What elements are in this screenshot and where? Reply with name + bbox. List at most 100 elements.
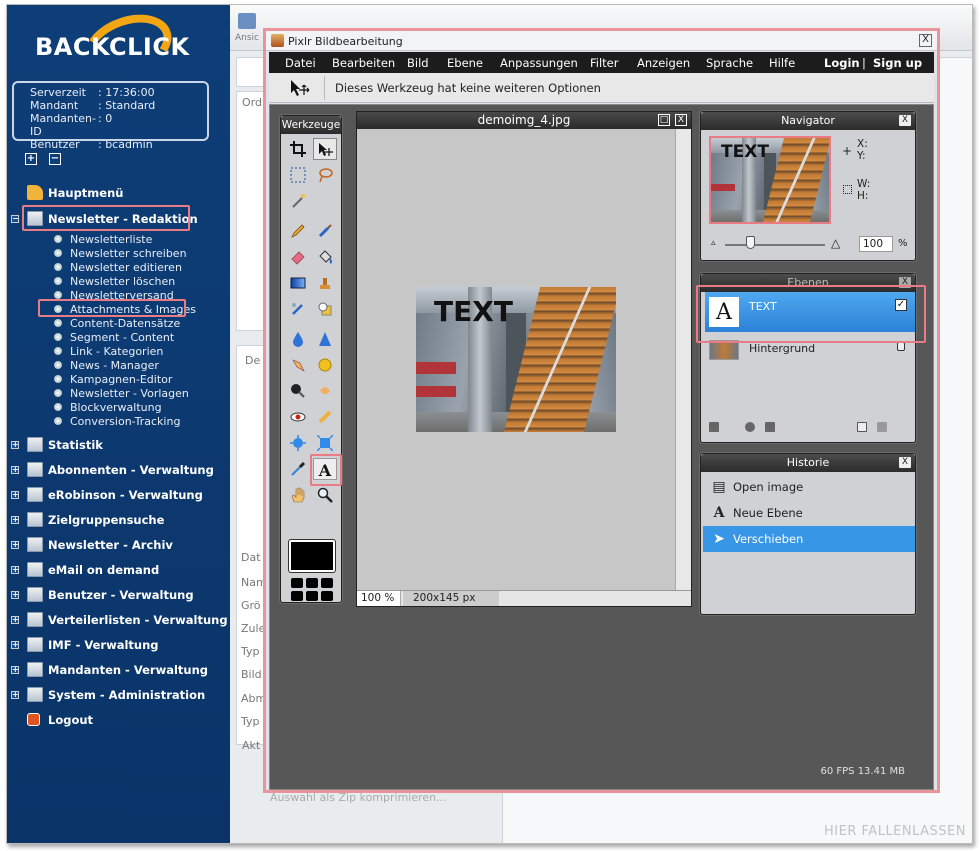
backclick-logo[interactable]: BACKCLICK [35, 5, 195, 89]
expand-icon[interactable]: + [11, 441, 19, 449]
stamp-tool-icon[interactable] [313, 272, 337, 294]
submenu-item[interactable]: Kampagnen-Editor [54, 372, 172, 386]
menu-datei[interactable]: Datei [285, 56, 316, 70]
menu-erobinson[interactable]: + eRobinson - Verwaltung [7, 484, 230, 506]
palette-icon[interactable] [291, 578, 303, 588]
submenu-item[interactable]: Newsletter editieren [54, 260, 182, 274]
hand-tool-icon[interactable] [286, 484, 310, 506]
marquee-tool-icon[interactable] [286, 164, 310, 186]
brush-tool-icon[interactable] [313, 220, 337, 242]
menu-email-on-demand[interactable]: + eMail on demand [7, 559, 230, 581]
bloat-tool-icon[interactable] [286, 432, 310, 454]
drawing-tool-icon[interactable] [313, 298, 337, 320]
menu-mandanten[interactable]: + Mandanten - Verwaltung [7, 659, 230, 681]
sponge-tool-icon[interactable] [313, 354, 337, 376]
layer-mask-icon[interactable] [745, 422, 755, 432]
zoom-slider-thumb[interactable] [746, 236, 755, 249]
menu-imf[interactable]: + IMF - Verwaltung [7, 634, 230, 656]
gradient-tool-icon[interactable] [286, 272, 310, 294]
eraser-tool-icon[interactable] [286, 246, 310, 268]
close-navigator-icon[interactable]: X [899, 115, 911, 126]
canvas-scrollbar[interactable] [675, 129, 691, 591]
drop-zone[interactable]: HIER FALLENLASSEN [824, 824, 966, 839]
menu-filter[interactable]: Filter [590, 56, 618, 70]
collapse-all-button[interactable]: − [49, 153, 61, 165]
paint-bucket-tool-icon[interactable] [313, 246, 337, 268]
submenu-item[interactable]: Newsletter schreiben [54, 246, 187, 260]
expand-icon[interactable]: + [11, 491, 19, 499]
submenu-item[interactable]: News - Manager [54, 358, 159, 372]
magic-wand-tool-icon[interactable] [286, 190, 310, 212]
menu-logout[interactable]: Logout [7, 709, 230, 731]
palette-icon[interactable] [321, 591, 333, 601]
zoom-in-icon[interactable]: △ [831, 236, 840, 250]
submenu-item[interactable]: Newsletter löschen [54, 274, 175, 288]
submenu-item[interactable]: Segment - Content [54, 330, 174, 344]
menu-sprache[interactable]: Sprache [706, 56, 753, 70]
submenu-item[interactable]: Newsletter - Vorlagen [54, 386, 189, 400]
burn-tool-icon[interactable] [286, 380, 310, 402]
smudge-tool-icon[interactable] [286, 354, 310, 376]
menu-bild[interactable]: Bild [407, 56, 429, 70]
expand-all-button[interactable]: + [25, 153, 37, 165]
color-replace-tool-icon[interactable] [286, 298, 310, 320]
maximize-icon[interactable]: □ [658, 114, 670, 126]
color-picker-tool-icon[interactable] [286, 458, 310, 480]
palette-icon[interactable] [306, 591, 318, 601]
menu-statistik[interactable]: + Statistik [7, 434, 230, 456]
submenu-item[interactable]: Content-Datensätze [54, 316, 180, 330]
expand-icon[interactable]: + [11, 541, 19, 549]
expand-icon[interactable]: + [11, 666, 19, 674]
submenu-item[interactable]: Conversion-Tracking [54, 414, 180, 428]
navigator-thumbnail[interactable]: TEXT [709, 136, 831, 224]
image-text-layer[interactable]: TEXT [434, 295, 513, 328]
sharpen-tool-icon[interactable] [313, 328, 337, 350]
menu-hilfe[interactable]: Hilfe [769, 56, 795, 70]
history-item-selected[interactable]: ➤ Verschieben [703, 526, 915, 552]
pinch-tool-icon[interactable] [313, 432, 337, 454]
menu-ebene[interactable]: Ebene [447, 56, 483, 70]
menu-zielgruppensuche[interactable]: + Zielgruppensuche [7, 509, 230, 531]
expand-icon[interactable]: + [11, 691, 19, 699]
palette-icon[interactable] [321, 578, 333, 588]
canvas-area[interactable]: TEXT [357, 129, 673, 591]
expand-icon[interactable]: + [11, 641, 19, 649]
menu-newsletter-archiv[interactable]: + Newsletter - Archiv [7, 534, 230, 556]
crop-tool-icon[interactable] [286, 138, 310, 160]
blur-tool-icon[interactable] [286, 328, 310, 350]
expand-icon[interactable]: + [11, 466, 19, 474]
menu-anpassungen[interactable]: Anpassungen [500, 56, 578, 70]
close-history-icon[interactable]: X [899, 457, 911, 468]
palette-icon[interactable] [306, 578, 318, 588]
dodge-tool-icon[interactable] [313, 380, 337, 402]
submenu-item[interactable]: Blockverwaltung [54, 400, 162, 414]
details-tab[interactable]: De [245, 354, 260, 367]
delete-layer-icon[interactable] [877, 422, 887, 432]
menu-benutzer[interactable]: + Benutzer - Verwaltung [7, 584, 230, 606]
submenu-item[interactable]: Newsletterliste [54, 232, 152, 246]
zoom-slider-track[interactable] [725, 244, 825, 246]
new-layer-icon[interactable] [857, 422, 867, 432]
canvas-image[interactable]: TEXT [416, 287, 616, 432]
spot-heal-tool-icon[interactable] [313, 406, 337, 428]
menu-hauptmenue[interactable]: Hauptmenü [7, 182, 230, 204]
pencil-tool-icon[interactable] [286, 220, 310, 242]
expand-icon[interactable]: + [11, 516, 19, 524]
close-canvas-icon[interactable]: X [675, 114, 687, 126]
canvas-zoom-value[interactable]: 100 % [357, 591, 401, 606]
expand-icon[interactable]: + [11, 591, 19, 599]
lasso-tool-icon[interactable] [313, 164, 337, 186]
view-icon[interactable] [238, 13, 256, 29]
history-item[interactable]: A Neue Ebene [703, 500, 915, 526]
zoom-input[interactable]: 100 [859, 236, 893, 252]
expand-icon[interactable]: + [11, 566, 19, 574]
color-swatch[interactable] [289, 540, 335, 572]
submenu-item[interactable]: Link - Kategorien [54, 344, 163, 358]
palette-icon[interactable] [291, 591, 303, 601]
bg-tool-button[interactable] [236, 57, 266, 87]
history-item[interactable]: ▤ Open image [703, 474, 915, 500]
menu-bearbeiten[interactable]: Bearbeiten [332, 56, 395, 70]
menu-verteilerlisten[interactable]: + Verteilerlisten - Verwaltung [7, 609, 230, 631]
signup-link[interactable]: Sign up [873, 56, 922, 70]
move-tool-icon[interactable] [313, 138, 337, 160]
